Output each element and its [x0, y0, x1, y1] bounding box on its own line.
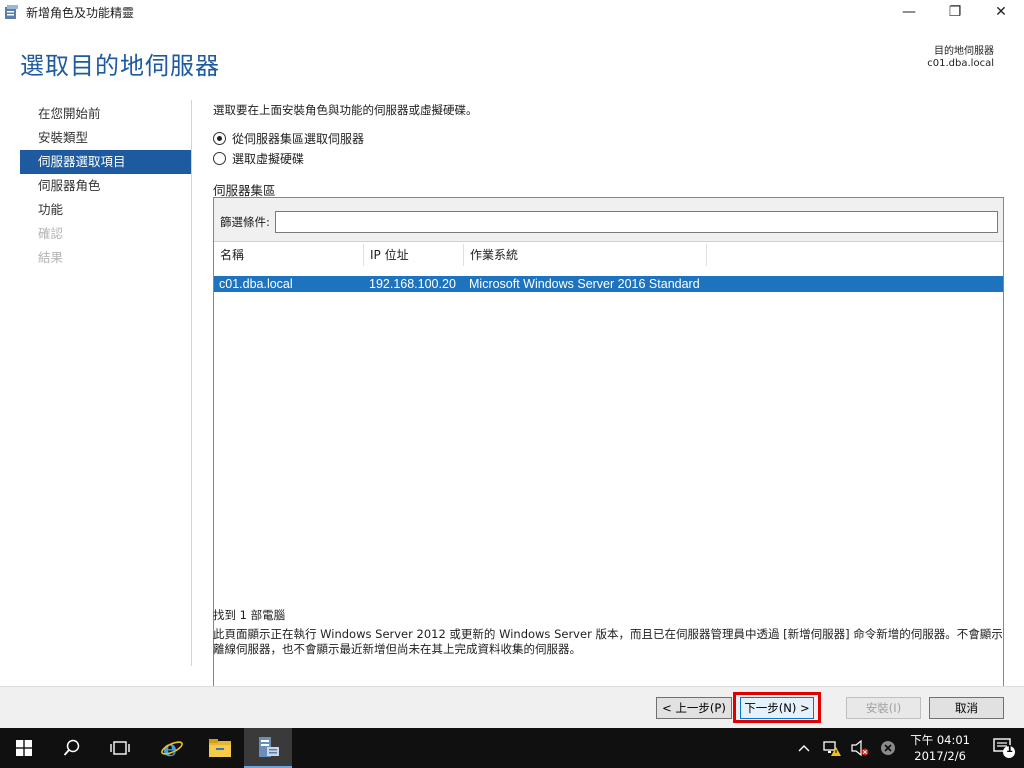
radio-server-pool[interactable]: [213, 132, 226, 145]
cancel-button[interactable]: 取消: [929, 697, 1004, 719]
destination-server-name: c01.dba.local: [927, 58, 994, 69]
start-button[interactable]: [0, 728, 48, 768]
destination-label: 目的地伺服器: [934, 46, 994, 57]
server-ip-cell: 192.168.100.20: [369, 277, 456, 291]
nav-step-installation-type[interactable]: 安裝類型: [20, 126, 191, 150]
page-header: 選取目的地伺服器 目的地伺服器 c01.dba.local: [0, 24, 1024, 92]
filter-bar: 篩選條件:: [214, 198, 1003, 242]
system-tray: 下午 04:01 2017/2/6 1: [790, 728, 1024, 768]
error-icon: [881, 741, 896, 755]
notification-count-badge: 1: [1006, 744, 1013, 755]
wizard-steps-nav: 在您開始前 安裝類型 伺服器選取項目 伺服器角色 功能 確認 結果: [20, 102, 191, 270]
instruction-text: 選取要在上面安裝角色與功能的伺服器或虛擬硬碟。: [213, 103, 478, 117]
nav-step-before-you-begin[interactable]: 在您開始前: [20, 102, 191, 126]
task-view-button[interactable]: [96, 728, 144, 768]
network-status-button[interactable]: [823, 739, 842, 757]
option-server-pool[interactable]: 從伺服器集區選取伺服器: [213, 130, 364, 147]
install-button: 安裝(I): [846, 697, 921, 719]
server-manager-icon: [4, 4, 20, 20]
close-button[interactable]: ✕: [978, 0, 1024, 24]
option-virtual-disk[interactable]: 選取虛擬硬碟: [213, 150, 304, 167]
highlight-box: [733, 692, 821, 723]
wizard-button-bar: < 上一步(P) 下一步(N) > 安裝(I) 取消: [0, 686, 1024, 728]
destination-server-info: 目的地伺服器 c01.dba.local: [927, 46, 994, 70]
title-bar: 新增角色及功能精靈 — ❐ ✕: [0, 0, 1024, 24]
action-center-button[interactable]: 1: [984, 728, 1024, 768]
clock-time: 下午 04:01: [910, 733, 970, 747]
internet-explorer-icon: e: [161, 736, 183, 760]
error-status-button[interactable]: [879, 739, 897, 757]
server-name-cell: c01.dba.local: [219, 277, 293, 291]
minimize-button[interactable]: —: [886, 0, 932, 24]
volume-button[interactable]: [851, 739, 869, 757]
column-header-ip[interactable]: IP 位址: [364, 244, 464, 266]
maximize-button[interactable]: ❐: [932, 0, 978, 24]
server-manager-icon: [259, 737, 279, 757]
column-header-name[interactable]: 名稱: [214, 244, 364, 266]
search-icon: [63, 739, 80, 756]
server-manager-taskbar-button[interactable]: [244, 728, 292, 768]
column-header-os[interactable]: 作業系統: [464, 244, 707, 266]
volume-muted-icon: [851, 740, 869, 756]
filter-label: 篩選條件:: [220, 215, 270, 229]
server-os-cell: Microsoft Windows Server 2016 Standard: [469, 277, 700, 291]
chevron-up-icon: [798, 745, 810, 752]
clock[interactable]: 下午 04:01 2017/2/6: [910, 732, 970, 764]
network-warning-icon: [823, 741, 842, 756]
info-note-text: 此頁面顯示正在執行 Windows Server 2012 或更新的 Windo…: [213, 627, 1003, 656]
nav-step-confirmation: 確認: [38, 226, 64, 241]
page-title: 選取目的地伺服器: [20, 52, 220, 80]
nav-step-server-selection[interactable]: 伺服器選取項目: [20, 150, 191, 174]
internet-explorer-button[interactable]: e: [148, 728, 196, 768]
previous-button[interactable]: < 上一步(P): [656, 697, 732, 719]
option-virtual-disk-label: 選取虛擬硬碟: [232, 152, 305, 166]
file-explorer-button[interactable]: [196, 728, 244, 768]
nav-step-features[interactable]: 功能: [20, 198, 191, 222]
option-server-pool-label: 從伺服器集區選取伺服器: [232, 132, 365, 146]
nav-divider: [191, 100, 192, 666]
filter-input[interactable]: [275, 211, 998, 233]
radio-virtual-disk[interactable]: [213, 152, 226, 165]
show-hidden-icons-button[interactable]: [795, 739, 813, 757]
task-view-icon: [110, 741, 130, 755]
taskbar: e 下午 04:01 2017/2/6 1: [0, 728, 1024, 768]
nav-step-results: 結果: [38, 250, 64, 265]
folder-icon: [209, 739, 231, 757]
nav-step-server-roles[interactable]: 伺服器角色: [20, 174, 191, 198]
server-grid-header: 名稱 IP 位址 作業系統: [214, 244, 1003, 266]
found-count-text: 找到 1 部電腦: [213, 608, 286, 622]
window-title: 新增角色及功能精靈: [26, 5, 135, 20]
search-button[interactable]: [48, 728, 96, 768]
server-row[interactable]: c01.dba.local 192.168.100.20 Microsoft W…: [214, 276, 1003, 292]
clock-date: 2017/2/6: [914, 749, 966, 763]
windows-logo-icon: [16, 740, 32, 756]
